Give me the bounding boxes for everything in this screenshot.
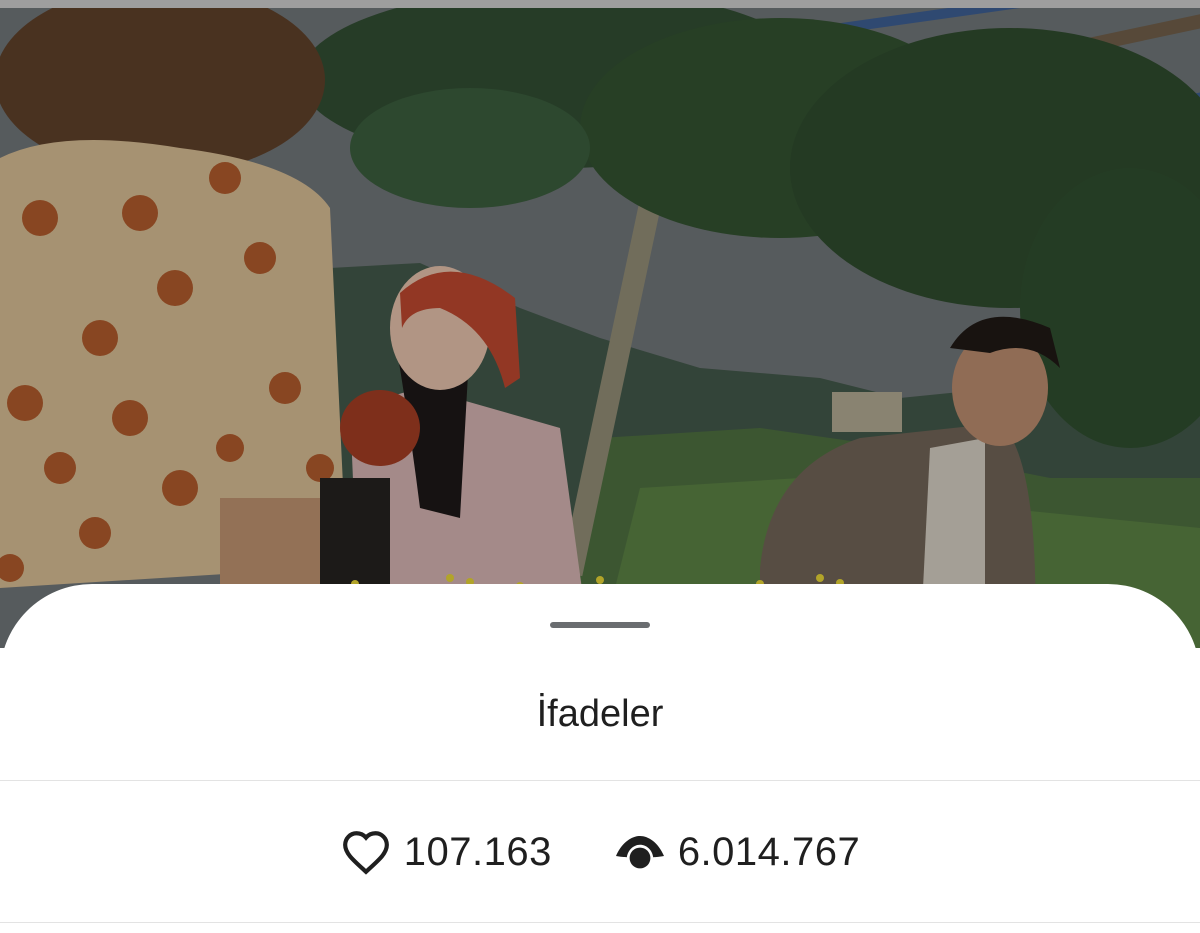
screen: İfadeler 107.163 6.014.767 xyxy=(0,0,1200,933)
video-dim-overlay xyxy=(0,8,1200,648)
sheet-title: İfadeler xyxy=(536,693,664,735)
divider xyxy=(0,780,1200,781)
likes-stat[interactable]: 107.163 xyxy=(340,828,552,876)
reactions-bottom-sheet: İfadeler 107.163 6.014.767 xyxy=(0,584,1200,933)
likes-count: 107.163 xyxy=(403,829,552,874)
eye-icon xyxy=(614,828,666,876)
video-background[interactable] xyxy=(0,8,1200,648)
stats-row: 107.163 6.014.767 xyxy=(0,824,1200,880)
divider xyxy=(0,922,1200,923)
views-count: 6.014.767 xyxy=(677,829,861,874)
views-stat[interactable]: 6.014.767 xyxy=(614,828,860,876)
status-strip xyxy=(0,0,1200,8)
drag-handle[interactable] xyxy=(550,622,650,628)
heart-outline-icon xyxy=(340,828,392,876)
